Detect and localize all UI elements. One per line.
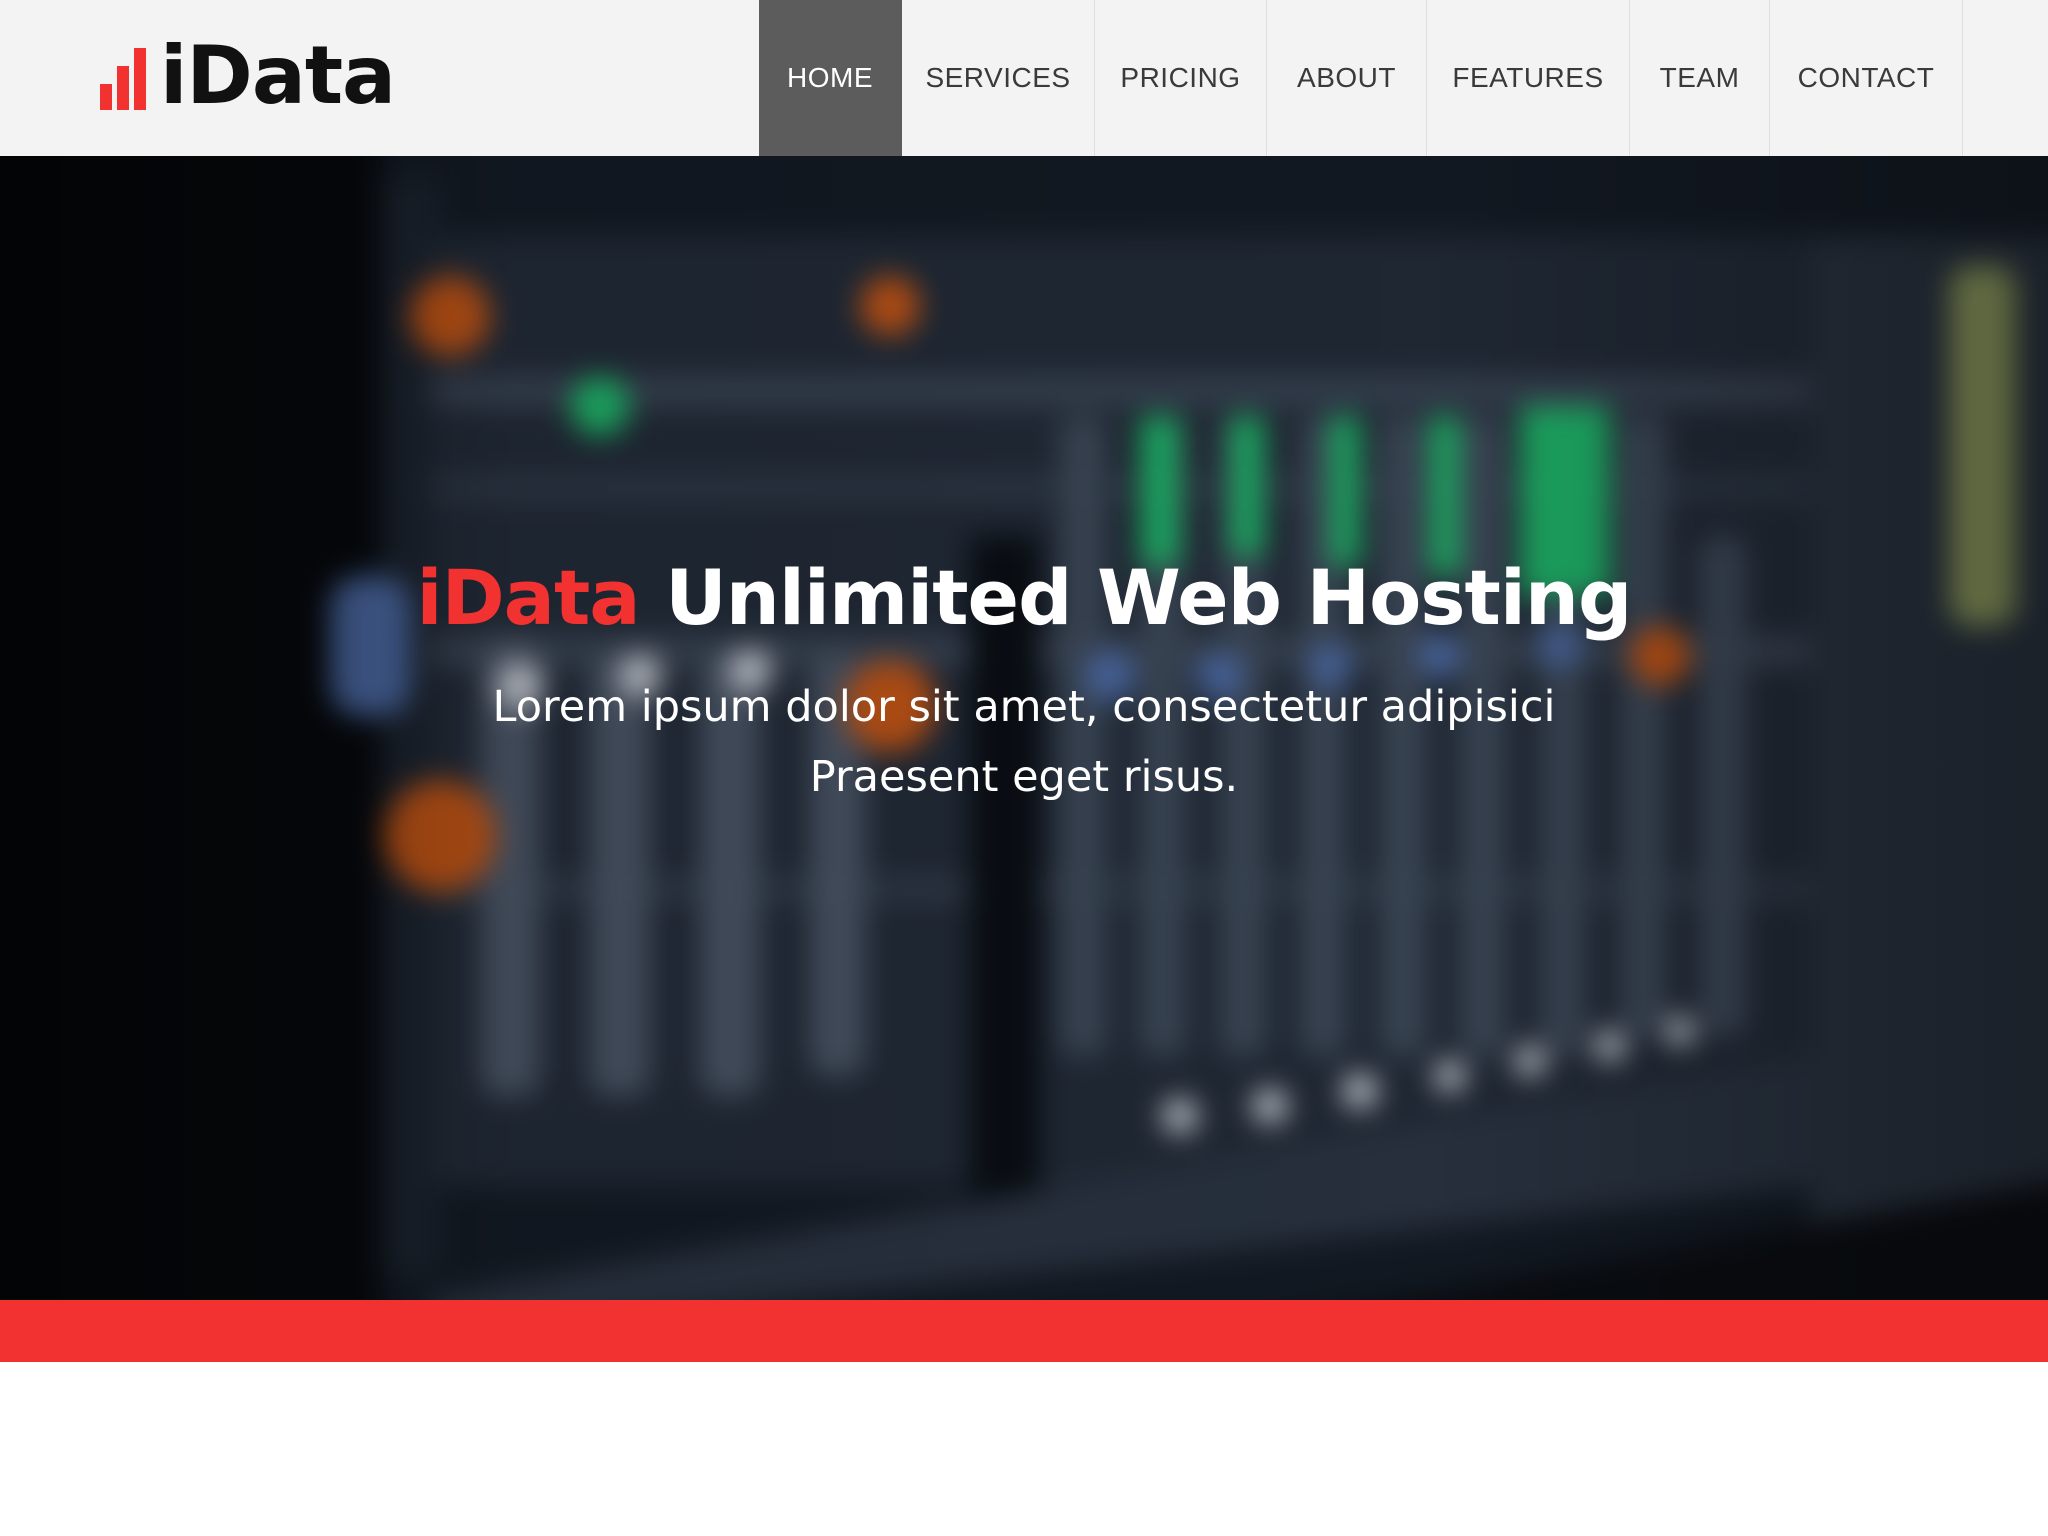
hero-subtitle-line-2: Praesent eget risus. bbox=[809, 752, 1239, 802]
nav-item-pricing[interactable]: PRICING bbox=[1095, 0, 1267, 156]
nav-item-contact[interactable]: CONTACT bbox=[1770, 0, 1963, 156]
nav-item-about[interactable]: ABOUT bbox=[1267, 0, 1427, 156]
hero-subtitle-line-1: Lorem ipsum dolor sit amet, consectetur … bbox=[492, 682, 1556, 732]
main-nav: HOME SERVICES PRICING ABOUT FEATURES TEA… bbox=[759, 0, 1963, 156]
nav-item-services[interactable]: SERVICES bbox=[902, 0, 1095, 156]
hero-title-brand: iData bbox=[416, 553, 641, 642]
hero-title-rest: Unlimited Web Hosting bbox=[665, 553, 1632, 642]
nav-item-home[interactable]: HOME bbox=[759, 0, 902, 156]
hero-subtitle: Lorem ipsum dolor sit amet, consectetur … bbox=[0, 672, 2048, 812]
nav-item-team[interactable]: TEAM bbox=[1630, 0, 1770, 156]
hero-section: iData Unlimited Web Hosting Lorem ipsum … bbox=[0, 156, 2048, 1300]
logo-text: iData bbox=[160, 29, 396, 122]
bar-chart-icon bbox=[100, 48, 146, 110]
nav-item-features[interactable]: FEATURES bbox=[1427, 0, 1630, 156]
site-header: iData HOME SERVICES PRICING ABOUT FEATUR… bbox=[0, 0, 2048, 156]
hero-title: iData Unlimited Web Hosting bbox=[0, 548, 2048, 648]
accent-strip bbox=[0, 1300, 2048, 1362]
site-logo[interactable]: iData bbox=[100, 29, 396, 122]
